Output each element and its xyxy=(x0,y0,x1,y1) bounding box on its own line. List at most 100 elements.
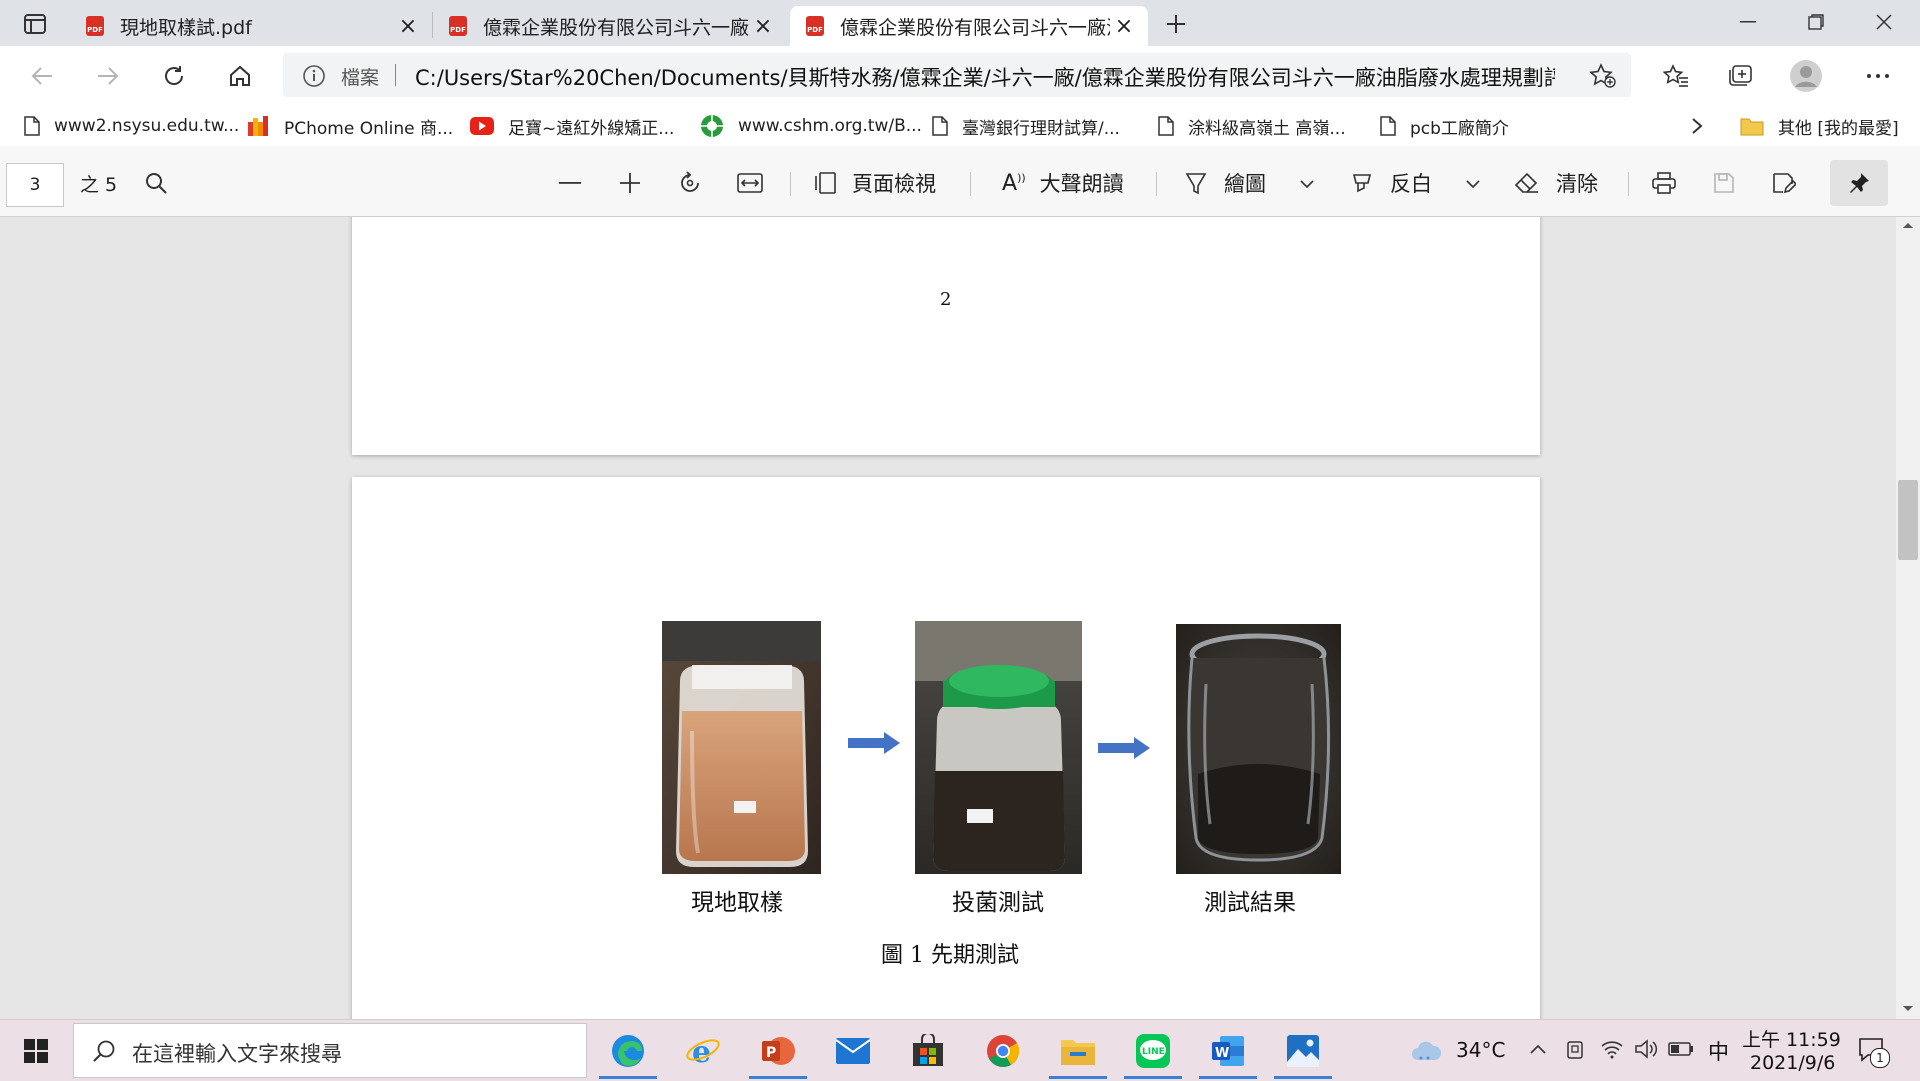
back-button[interactable] xyxy=(22,58,62,94)
scrollbar-thumb[interactable] xyxy=(1898,480,1918,560)
volume-icon[interactable] xyxy=(1634,1038,1658,1060)
wifi-icon[interactable] xyxy=(1600,1038,1624,1060)
photo-inoculation xyxy=(915,621,1082,874)
favorites-overflow-button[interactable] xyxy=(1682,112,1712,140)
taskbar-search-box[interactable]: 在這裡輸入文字來搜尋 xyxy=(73,1023,587,1078)
fit-width-button[interactable] xyxy=(732,166,768,200)
taskbar-app-store[interactable] xyxy=(895,1022,961,1079)
taskbar-app-edge[interactable] xyxy=(595,1022,661,1079)
pin-toolbar-button[interactable] xyxy=(1830,160,1888,206)
draw-options-button[interactable] xyxy=(1292,172,1322,196)
erase-label: 清除 xyxy=(1556,172,1598,196)
collections-icon xyxy=(1729,65,1752,86)
chevron-down-icon xyxy=(1466,180,1480,188)
pdf-file-icon: PDF xyxy=(449,16,467,36)
print-button[interactable] xyxy=(1646,166,1682,200)
forward-button[interactable] xyxy=(88,58,128,94)
close-window-button[interactable] xyxy=(1850,0,1918,44)
chevron-down-icon xyxy=(1300,180,1314,188)
input-method-indicator[interactable]: 中 xyxy=(1708,1036,1729,1066)
add-favorite-button[interactable] xyxy=(1587,61,1619,91)
result-jar-image xyxy=(1176,624,1341,874)
notification-center-button[interactable]: 1 xyxy=(1852,1030,1892,1070)
erase-button[interactable]: 清除 xyxy=(1514,164,1598,202)
show-hidden-icons-icon[interactable] xyxy=(1530,1044,1546,1054)
site-info-button[interactable] xyxy=(301,63,327,89)
settings-menu-button[interactable] xyxy=(1858,58,1898,94)
close-tab-icon[interactable]: × xyxy=(749,12,777,40)
read-aloud-button[interactable]: A)) 大聲朗讀 xyxy=(1002,164,1124,202)
find-button[interactable] xyxy=(138,166,174,200)
close-tab-icon[interactable]: × xyxy=(394,12,422,40)
maximize-button[interactable] xyxy=(1782,0,1850,44)
refresh-button[interactable] xyxy=(154,58,194,94)
page-view-icon xyxy=(815,172,836,194)
file-explorer-icon xyxy=(1061,1039,1095,1065)
favorite-item[interactable]: PChome Online 商... xyxy=(248,113,453,139)
tab-actions-button[interactable] xyxy=(16,6,54,42)
address-divider xyxy=(395,64,396,86)
taskbar-app-mail[interactable] xyxy=(820,1022,886,1079)
tab-3-active[interactable]: PDF 億霖企業股份有限公司斗六一廠油脂廢水處理規劃評估 × xyxy=(790,6,1148,46)
pdf-file-icon: PDF xyxy=(86,16,104,36)
url-text[interactable]: C:/Users/Star%20Chen/Documents/貝斯特水務/億霖企… xyxy=(415,62,1555,92)
taskbar-app-file-explorer[interactable] xyxy=(1045,1022,1111,1079)
clock-time[interactable]: 上午 11:59 xyxy=(1742,1025,1841,1052)
weather-cloud-icon xyxy=(1412,1041,1442,1060)
edge-icon xyxy=(612,1034,644,1067)
favorite-item[interactable]: 涂料級高嶺土 高嶺... xyxy=(1158,113,1346,139)
toolbar-separator xyxy=(970,172,971,196)
page-number-input[interactable]: 3 xyxy=(6,163,64,207)
taskbar-app-powerpoint[interactable]: P xyxy=(745,1022,811,1079)
start-button[interactable] xyxy=(6,1024,66,1078)
photo-caption-result: 測試結果 xyxy=(1204,890,1296,916)
taskbar-app-word[interactable]: W xyxy=(1195,1022,1261,1079)
taskbar-app-ie[interactable]: e xyxy=(670,1022,736,1079)
minimize-button[interactable] xyxy=(1714,0,1782,44)
arrow-right-icon xyxy=(1098,737,1150,759)
taskbar-app-chrome[interactable] xyxy=(970,1022,1036,1079)
chevron-right-icon xyxy=(1692,118,1703,134)
tab-1[interactable]: PDF 現地取樣試.pdf × xyxy=(70,6,432,46)
tab-title: 現地取樣試.pdf xyxy=(120,16,252,39)
clock-date[interactable]: 2021/9/6 xyxy=(1750,1052,1835,1074)
favorite-item[interactable]: 臺灣銀行理財試算/... xyxy=(932,113,1120,139)
zoom-in-button[interactable] xyxy=(612,166,648,200)
profile-button[interactable] xyxy=(1786,58,1826,94)
favorite-item[interactable]: pcb工廠簡介 xyxy=(1380,113,1509,139)
collections-button[interactable] xyxy=(1720,58,1760,94)
favorite-item[interactable]: 足寶~遠紅外線矯正... xyxy=(470,113,674,139)
favorites-button[interactable] xyxy=(1656,58,1696,94)
address-bar[interactable]: 檔案 C:/Users/Star%20Chen/Documents/貝斯特水務/… xyxy=(283,53,1631,97)
close-tab-icon[interactable]: × xyxy=(1110,12,1138,40)
meet-now-icon[interactable] xyxy=(1566,1038,1586,1060)
favorite-item[interactable]: www.cshm.org.tw/B... xyxy=(700,113,922,139)
tab-title: 億霖企業股份有限公司斗六一廠油脂廢水處理規劃評估 xyxy=(840,16,1110,39)
restore-icon xyxy=(1808,14,1824,30)
tab-2[interactable]: PDF 億霖企業股份有限公司斗六一廠油脂廢水處理規劃評估 × xyxy=(433,6,787,46)
taskbar-app-line[interactable]: LINE xyxy=(1120,1022,1186,1079)
cshm-icon xyxy=(700,114,724,138)
weather-temperature[interactable]: 34°C xyxy=(1456,1038,1505,1062)
other-favorites-folder[interactable]: 其他 [我的最愛] xyxy=(1740,113,1899,139)
draw-button[interactable]: 繪圖 xyxy=(1184,164,1266,202)
highlight-button[interactable]: 反白 xyxy=(1350,164,1432,202)
save-as-button[interactable] xyxy=(1766,166,1802,200)
favorite-item[interactable]: www2.nsysu.edu.tw... xyxy=(24,113,239,139)
scheme-label: 檔案 xyxy=(341,67,380,89)
toolbar-separator xyxy=(790,172,791,196)
new-tab-button[interactable] xyxy=(1158,8,1194,40)
pdf-viewer[interactable]: 2 現地取樣 投菌測試 測試結果 圖 1 先期測試 xyxy=(0,217,1920,1019)
favorite-label: 其他 [我的最愛] xyxy=(1778,118,1899,139)
highlight-options-button[interactable] xyxy=(1458,172,1488,196)
vertical-scrollbar[interactable] xyxy=(1896,217,1920,1019)
favorite-label: 足寶~遠紅外線矯正... xyxy=(508,118,675,139)
rotate-button[interactable] xyxy=(672,166,708,200)
taskbar-app-photos[interactable] xyxy=(1270,1022,1336,1079)
page-view-button[interactable]: 頁面檢視 xyxy=(814,164,936,202)
home-button[interactable] xyxy=(220,58,260,94)
favorite-label: 涂料級高嶺土 高嶺... xyxy=(1188,118,1346,139)
save-button[interactable] xyxy=(1706,166,1742,200)
zoom-out-button[interactable] xyxy=(552,166,588,200)
battery-icon[interactable] xyxy=(1668,1042,1694,1056)
